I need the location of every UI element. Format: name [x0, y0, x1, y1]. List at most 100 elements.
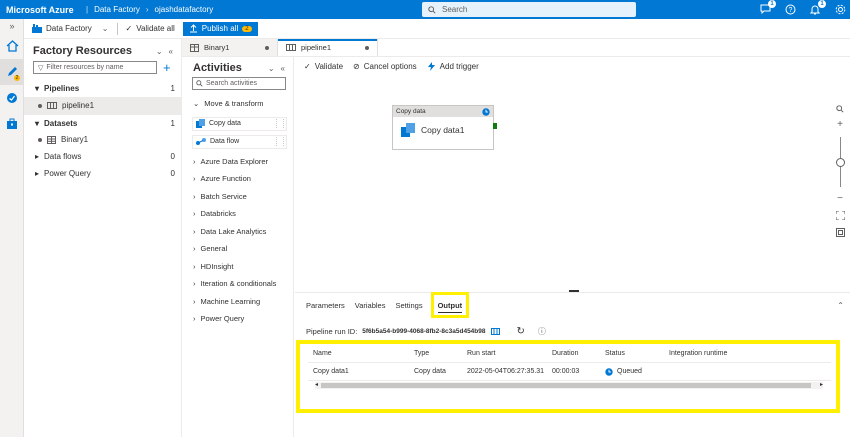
tree-group-datasets[interactable]: ▾ Datasets 1	[24, 114, 181, 131]
tree-item-pipeline1[interactable]: pipeline1	[24, 97, 181, 114]
chevron-up-icon[interactable]: ⌃	[837, 301, 844, 310]
add-trigger-button[interactable]: Add trigger	[427, 61, 479, 71]
collapse-all-icon[interactable]: ⌄	[156, 47, 163, 56]
drag-handle-icon[interactable]	[276, 137, 284, 146]
category-batch-service[interactable]: › Batch Service	[182, 188, 293, 206]
validate-button[interactable]: ✓ Validate	[304, 62, 343, 71]
brand-title[interactable]: Microsoft Azure	[0, 5, 80, 15]
category-label: Batch Service	[200, 191, 247, 201]
tab-output[interactable]: Output	[430, 292, 470, 318]
cancel-options-button[interactable]: ⊘ Cancel options	[353, 62, 417, 71]
publish-all-button[interactable]: Publish all 2	[182, 21, 258, 36]
activity-runs-table: Name Type Run start Duration Status Inte…	[308, 345, 831, 381]
status-text: Queued	[617, 368, 642, 375]
category-hdinsight[interactable]: › HDInsight	[182, 258, 293, 276]
column-header[interactable]: Run start	[467, 350, 552, 357]
activity-copy-data[interactable]: Copy data	[192, 116, 287, 131]
zoom-in-icon[interactable]: +	[837, 120, 843, 130]
search-icon[interactable]	[836, 105, 844, 113]
breadcrumb-data-factory[interactable]: Data Factory	[94, 5, 140, 14]
table-row[interactable]: Copy data1 Copy data 2022-05-04T06:27:35…	[308, 363, 831, 381]
collapse-all-icon[interactable]: ⌄	[268, 64, 275, 73]
expand-rail-button[interactable]: »	[0, 19, 24, 33]
drag-handle-icon[interactable]	[276, 119, 284, 128]
category-machine-learning[interactable]: › Machine Learning	[182, 293, 293, 311]
category-power-query[interactable]: › Power Query	[182, 310, 293, 328]
global-search-input[interactable]: Search	[422, 2, 636, 17]
tree-group-power-query[interactable]: ▸ Power Query 0	[24, 165, 181, 182]
factory-resources-panel: Factory Resources ⌄ « ▽ Filter resources…	[24, 39, 182, 437]
column-header[interactable]: Type	[414, 350, 467, 357]
copy-icon[interactable]	[490, 328, 500, 335]
tree-group-pipelines[interactable]: ▾ Pipelines 1	[24, 80, 181, 97]
tab-parameters[interactable]: Parameters	[301, 297, 350, 313]
search-activities-input[interactable]: Search activities	[192, 77, 286, 90]
monitor-nav[interactable]	[0, 85, 24, 111]
pipeline-toolbar: ✓ Validate ⊘ Cancel options Add trigger	[295, 57, 850, 75]
column-header[interactable]: Status	[605, 350, 669, 357]
scroll-right-icon[interactable]: ▸	[820, 382, 823, 389]
chevron-right-icon: ›	[193, 191, 196, 201]
activities-panel: Activities ⌄ « Search activities ⌄ Move …	[182, 57, 294, 437]
category-iteration-conditionals[interactable]: › Iteration & conditionals	[182, 275, 293, 293]
search-placeholder: Search	[442, 5, 468, 14]
category-move-transform[interactable]: ⌄ Move & transform	[182, 95, 293, 113]
fit-to-screen-icon[interactable]	[835, 211, 845, 220]
tree-group-data-flows[interactable]: ▸ Data flows 0	[24, 148, 181, 165]
column-header[interactable]: Name	[308, 350, 414, 357]
validate-all-button[interactable]: ✓ Validate all	[126, 24, 175, 33]
activity-data-flow[interactable]: Data flow	[192, 134, 287, 149]
tab-binary1[interactable]: Binary1	[182, 39, 278, 56]
data-factory-dropdown[interactable]: Data Factory ⌄	[32, 24, 109, 33]
manage-nav[interactable]	[0, 111, 24, 137]
pipeline-canvas[interactable]: Copy data Copy data1 + −	[295, 75, 850, 291]
category-label: Power Query	[200, 314, 245, 324]
reset-zoom-icon[interactable]	[835, 228, 845, 237]
chat-icon[interactable]: 1	[759, 0, 776, 16]
bell-icon[interactable]: 1	[809, 0, 826, 16]
add-resource-button[interactable]: +	[163, 61, 171, 74]
category-databricks[interactable]: › Databricks	[182, 205, 293, 223]
double-chevron-left-icon[interactable]: «	[169, 47, 173, 56]
breadcrumb-separator: |	[86, 5, 89, 14]
chat-badge: 1	[768, 0, 776, 8]
column-header[interactable]: Integration runtime	[669, 350, 809, 357]
zoom-slider[interactable]	[835, 137, 845, 187]
group-count: 1	[170, 118, 175, 128]
caret-right-icon: ▸	[35, 169, 40, 178]
gear-icon[interactable]	[834, 2, 846, 16]
clock-icon	[482, 107, 490, 116]
data-flow-icon	[196, 138, 206, 145]
home-nav[interactable]	[0, 33, 24, 59]
cell-status: Queued	[605, 367, 669, 376]
tab-settings[interactable]: Settings	[390, 297, 427, 313]
info-icon[interactable]: ⓘ	[538, 326, 546, 337]
tree-item-binary1[interactable]: Binary1	[24, 131, 181, 148]
category-general[interactable]: › General	[182, 240, 293, 258]
table-horizontal-scrollbar[interactable]: ◂ ▸	[315, 382, 823, 389]
scroll-left-icon[interactable]: ◂	[315, 382, 318, 389]
category-azure-data-explorer[interactable]: › Azure Data Explorer	[182, 153, 293, 171]
breadcrumb-factory-name[interactable]: ojashdatafactory	[155, 5, 214, 14]
tab-pipeline1[interactable]: pipeline1	[278, 39, 378, 56]
tab-label: Binary1	[204, 43, 230, 52]
tab-variables[interactable]: Variables	[350, 297, 391, 313]
column-header[interactable]: Duration	[552, 350, 605, 357]
category-data-lake-analytics[interactable]: › Data Lake Analytics	[182, 223, 293, 241]
filter-resources-input[interactable]: ▽ Filter resources by name	[33, 61, 157, 74]
group-count: 1	[170, 84, 175, 93]
copy-data-activity-node[interactable]: Copy data Copy data1	[392, 105, 497, 150]
group-label: Pipelines	[44, 84, 80, 93]
factory-toolbar: Data Factory ⌄ ✓ Validate all Publish al…	[24, 19, 850, 39]
zoom-out-icon[interactable]: −	[837, 194, 843, 204]
refresh-icon[interactable]: ↻	[517, 326, 525, 337]
scrollbar-thumb[interactable]	[321, 383, 811, 388]
double-chevron-left-icon[interactable]: «	[281, 64, 285, 73]
home-icon	[6, 40, 18, 52]
search-placeholder: Search activities	[206, 80, 257, 87]
category-azure-function[interactable]: › Azure Function	[182, 170, 293, 188]
zoom-slider-knob[interactable]	[835, 158, 845, 167]
author-nav[interactable]: 2	[0, 59, 24, 85]
success-output-handle[interactable]	[493, 123, 497, 129]
help-icon[interactable]: ?	[784, 2, 796, 16]
